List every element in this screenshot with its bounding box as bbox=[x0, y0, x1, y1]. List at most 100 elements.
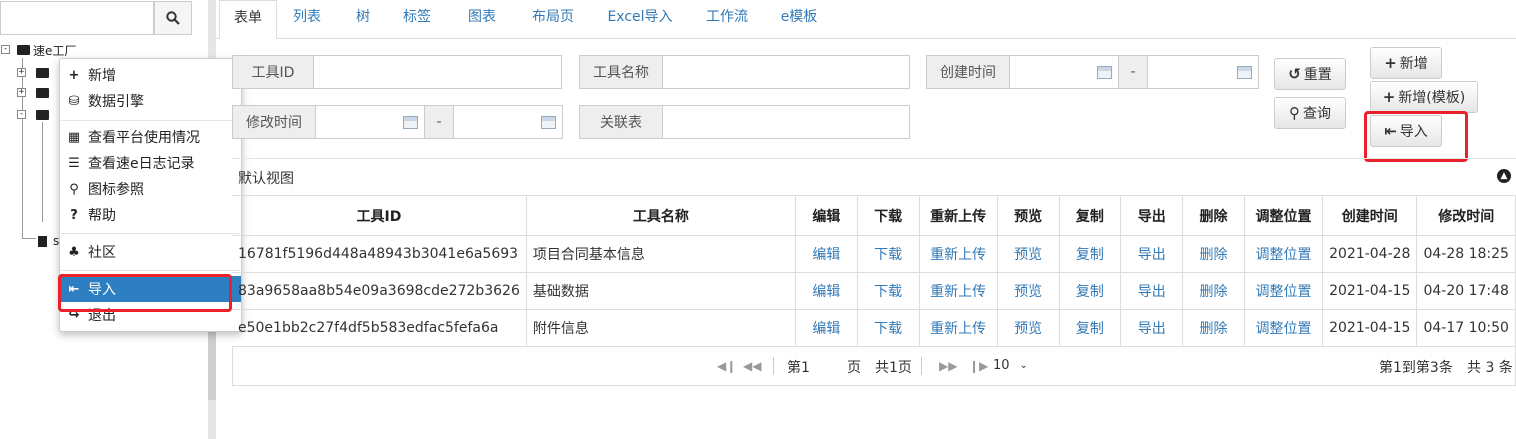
export-link[interactable]: 导出 bbox=[1120, 235, 1184, 273]
column-header[interactable]: 重新上传 bbox=[919, 195, 998, 236]
copy-link[interactable]: 复制 bbox=[1059, 235, 1122, 273]
column-header[interactable]: 预览 bbox=[997, 195, 1060, 236]
calendar-icon[interactable] bbox=[1097, 65, 1112, 79]
created-end-field[interactable] bbox=[1147, 55, 1259, 89]
delete-link[interactable]: 删除 bbox=[1182, 272, 1245, 310]
modified-start-input[interactable] bbox=[316, 106, 424, 138]
copy-link[interactable]: 复制 bbox=[1059, 272, 1122, 310]
edit-link[interactable]: 编辑 bbox=[795, 272, 858, 310]
export-link[interactable]: 导出 bbox=[1120, 272, 1184, 310]
copy-link[interactable]: 复制 bbox=[1059, 309, 1122, 347]
query-button[interactable]: ⚲ 查询 bbox=[1274, 97, 1346, 129]
reorder-link[interactable]: 调整位置 bbox=[1244, 235, 1324, 273]
column-header[interactable]: 下载 bbox=[857, 195, 920, 236]
menu-item-platform-usage[interactable]: ▦ 查看平台使用情况 bbox=[60, 124, 241, 150]
menu-item-label: 查看速e日志记录 bbox=[88, 156, 195, 172]
reorder-link[interactable]: 调整位置 bbox=[1244, 272, 1324, 310]
last-page-icon[interactable]: ❙▶ bbox=[969, 359, 988, 373]
collapse-up-icon[interactable]: ▲ bbox=[1497, 169, 1511, 183]
tab-workflow[interactable]: 工作流 bbox=[697, 0, 757, 38]
panel-title: 默认视图 bbox=[238, 171, 294, 187]
page-number-input[interactable] bbox=[805, 355, 841, 375]
reupload-link[interactable]: 重新上传 bbox=[919, 235, 998, 273]
column-header[interactable]: 导出 bbox=[1120, 195, 1184, 236]
reupload-link[interactable]: 重新上传 bbox=[919, 309, 998, 347]
page-size-select[interactable]: 10 ⌄ bbox=[993, 353, 1043, 377]
add-button[interactable]: + 新增 bbox=[1370, 47, 1442, 79]
tab-tree[interactable]: 树 bbox=[348, 0, 378, 38]
table-row[interactable]: e50e1bb2c27f4df5b583edfac5fefa6a 附件信息 编辑… bbox=[232, 309, 1516, 347]
menu-item-label: 社区 bbox=[88, 245, 116, 261]
table-row[interactable]: 16781f5196d448a48943b3041e6a5693 项目合同基本信… bbox=[232, 235, 1516, 273]
reset-label: 重置 bbox=[1303, 67, 1332, 83]
menu-item-icon-reference[interactable]: ⚲ 图标参照 bbox=[60, 176, 241, 202]
tree-root-label[interactable]: 速e工厂 bbox=[33, 42, 76, 59]
preview-link[interactable]: 预览 bbox=[997, 235, 1060, 273]
table-row[interactable]: 83a9658aa8b54e09a3698cde272b3626 基础数据 编辑… bbox=[232, 272, 1516, 310]
tool-id-input[interactable] bbox=[314, 56, 561, 88]
reupload-link[interactable]: 重新上传 bbox=[919, 272, 998, 310]
column-header[interactable]: 修改时间 bbox=[1416, 195, 1516, 236]
tree-collapse-toggle[interactable]: - bbox=[17, 110, 26, 119]
modified-end-field[interactable] bbox=[453, 105, 563, 139]
column-header[interactable]: 创建时间 bbox=[1322, 195, 1418, 236]
menu-item-add[interactable]: + 新增 bbox=[60, 62, 241, 88]
column-header[interactable]: 工具名称 bbox=[526, 195, 796, 236]
download-link[interactable]: 下载 bbox=[857, 272, 920, 310]
tool-name-input[interactable] bbox=[663, 56, 909, 88]
calendar-icon[interactable] bbox=[403, 115, 418, 129]
next-page-icon[interactable]: ▶▶ bbox=[939, 359, 957, 373]
search-input[interactable] bbox=[0, 1, 154, 35]
column-header[interactable]: 调整位置 bbox=[1244, 195, 1324, 236]
reorder-link[interactable]: 调整位置 bbox=[1244, 309, 1324, 347]
edit-link[interactable]: 编辑 bbox=[795, 235, 858, 273]
created-end-input[interactable] bbox=[1148, 56, 1258, 88]
modified-start-field[interactable]: 修改时间 bbox=[232, 105, 425, 139]
tab-list[interactable]: 列表 bbox=[282, 0, 332, 38]
column-header[interactable]: 删除 bbox=[1182, 195, 1245, 236]
tree-collapse-toggle[interactable]: - bbox=[1, 45, 10, 54]
created-start-field[interactable]: 创建时间 bbox=[926, 55, 1119, 89]
prev-page-icon[interactable]: ◀◀ bbox=[743, 359, 761, 373]
column-header[interactable]: 复制 bbox=[1059, 195, 1122, 236]
menu-item-log-records[interactable]: ☰ 查看速e日志记录 bbox=[60, 150, 241, 176]
first-page-icon[interactable]: ◀❙ bbox=[717, 359, 736, 373]
tab-tags[interactable]: 标签 bbox=[397, 0, 437, 38]
column-header[interactable]: 编辑 bbox=[795, 195, 858, 236]
range-separator: - bbox=[1118, 55, 1148, 89]
menu-divider bbox=[61, 120, 240, 121]
modified-end-input[interactable] bbox=[454, 106, 562, 138]
download-link[interactable]: 下载 bbox=[857, 309, 920, 347]
related-table-field[interactable]: 关联表 bbox=[579, 105, 910, 139]
delete-link[interactable]: 删除 bbox=[1182, 235, 1245, 273]
preview-link[interactable]: 预览 bbox=[997, 309, 1060, 347]
created-start-input[interactable] bbox=[1010, 56, 1118, 88]
related-table-input[interactable] bbox=[663, 106, 909, 138]
cell-modified: 04-28 18:25 bbox=[1416, 235, 1516, 273]
search-button[interactable] bbox=[154, 1, 192, 35]
menu-item-community[interactable]: ♣ 社区 bbox=[60, 239, 241, 265]
undo-icon: ↺ bbox=[1288, 65, 1301, 83]
menu-item-data-engine[interactable]: ⛁ 数据引擎 bbox=[60, 88, 241, 114]
tool-id-field[interactable]: 工具ID bbox=[232, 55, 562, 89]
tree-expand-toggle[interactable]: + bbox=[17, 68, 26, 77]
tab-chart[interactable]: 图表 bbox=[462, 0, 502, 38]
column-header[interactable]: 工具ID bbox=[232, 195, 527, 236]
tree-expand-toggle[interactable]: + bbox=[17, 88, 26, 97]
export-link[interactable]: 导出 bbox=[1120, 309, 1184, 347]
calculator-icon: ▦ bbox=[67, 129, 81, 145]
calendar-icon[interactable] bbox=[541, 115, 556, 129]
add-template-button[interactable]: + 新增(模板) bbox=[1370, 81, 1478, 113]
download-link[interactable]: 下载 bbox=[857, 235, 920, 273]
menu-item-help[interactable]: ? 帮助 bbox=[60, 202, 241, 228]
preview-link[interactable]: 预览 bbox=[997, 272, 1060, 310]
tab-excel-import[interactable]: Excel导入 bbox=[600, 0, 680, 38]
tab-form[interactable]: 表单 bbox=[219, 0, 277, 39]
tab-e-template[interactable]: e模板 bbox=[774, 0, 824, 38]
reset-button[interactable]: ↺ 重置 bbox=[1274, 58, 1346, 90]
delete-link[interactable]: 删除 bbox=[1182, 309, 1245, 347]
edit-link[interactable]: 编辑 bbox=[795, 309, 858, 347]
calendar-icon[interactable] bbox=[1237, 65, 1252, 79]
tool-name-field[interactable]: 工具名称 bbox=[579, 55, 910, 89]
tab-layout[interactable]: 布局页 bbox=[523, 0, 583, 38]
